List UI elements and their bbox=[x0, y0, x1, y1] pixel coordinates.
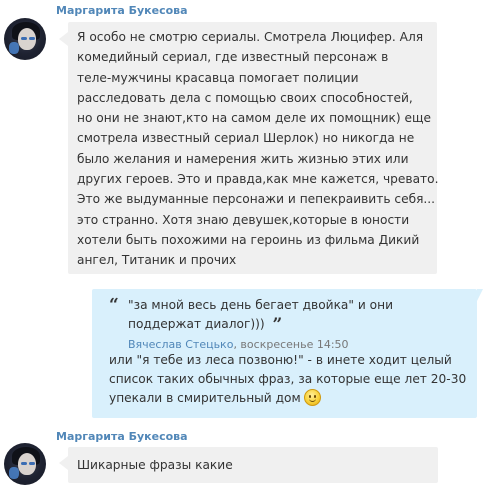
quoted-text: "за мной весь день бегает двойка" и они … bbox=[128, 296, 393, 334]
message-line: список таких обычных фраз, за которые ещ… bbox=[109, 372, 467, 387]
bubble-tail bbox=[59, 456, 68, 470]
message-line: расследовать дела с помощью своих способ… bbox=[77, 90, 413, 105]
message-line: комедийный сериал, где известный персона… bbox=[77, 50, 389, 65]
bubble-tail bbox=[59, 32, 68, 46]
message-text: Шикарные фразы какие bbox=[77, 458, 233, 472]
message-line: других героев. Это и правда,как мне каже… bbox=[77, 172, 439, 187]
message-line-text: упекали в смирительный дом bbox=[109, 391, 301, 406]
quoted-line: поддержат диалог))) ” bbox=[128, 315, 393, 334]
message-line: хотели быть похожими на героинь из фильм… bbox=[77, 232, 420, 247]
avatar-accent bbox=[9, 42, 19, 54]
quote-open-icon: “ bbox=[109, 295, 119, 315]
quote-author-link[interactable]: Вячеслав Стецько bbox=[128, 338, 233, 351]
message-line: это странно. Хотя знаю девушек,которые в… bbox=[77, 212, 410, 227]
sender-name[interactable]: Маргарита Букесова bbox=[56, 4, 188, 17]
message-text: или "я тебе из леса позвоню!" - в инете … bbox=[109, 351, 469, 409]
avatar-accent bbox=[9, 467, 19, 479]
quote-close-icon: ” bbox=[272, 315, 283, 335]
quoted-line: "за мной весь день бегает двойка" и они bbox=[128, 298, 394, 312]
message-line: но они не знают,кто на самом деле их пом… bbox=[77, 111, 432, 126]
sender-name[interactable]: Маргарита Букесова bbox=[56, 430, 188, 443]
message-text: Я особо не смотрю сериалы. Смотрела Люци… bbox=[77, 27, 438, 271]
message-bubble: Я особо не смотрю сериалы. Смотрела Люци… bbox=[68, 22, 438, 274]
message-line: смотрела известный сериал Шерлок) но ник… bbox=[77, 131, 415, 146]
smiley-emoji-icon bbox=[303, 389, 321, 407]
message-line: упекали в смирительный дом bbox=[109, 389, 469, 408]
message-line: Я особо не смотрю сериалы. Смотрела Люци… bbox=[77, 30, 424, 44]
avatar-eye bbox=[21, 462, 27, 465]
avatar-eye bbox=[29, 462, 35, 465]
message-line: ангел, Титаник и прочих bbox=[77, 253, 237, 268]
avatar[interactable] bbox=[4, 18, 46, 60]
message-line: теле-мужчины красавца помогает полиции bbox=[77, 70, 359, 85]
message-line: было желания и намерения жить жизнью эти… bbox=[77, 151, 409, 166]
avatar[interactable] bbox=[4, 443, 46, 485]
quoted-line-text: поддержат диалог))) bbox=[128, 317, 265, 331]
message-bubble-outgoing: “ "за мной весь день бегает двойка" и он… bbox=[92, 289, 477, 418]
avatar-eye bbox=[21, 37, 27, 40]
message-bubble: Шикарные фразы какие bbox=[68, 447, 438, 483]
message-line: или "я тебе из леса позвоню!" - в инете … bbox=[109, 353, 452, 367]
avatar-eye bbox=[29, 37, 35, 40]
bubble-tail bbox=[477, 289, 483, 301]
message-line: Это же выдуманные персонажи и пепекраиви… bbox=[77, 192, 436, 207]
quote-time: , воскресенье 14:50 bbox=[233, 338, 349, 351]
